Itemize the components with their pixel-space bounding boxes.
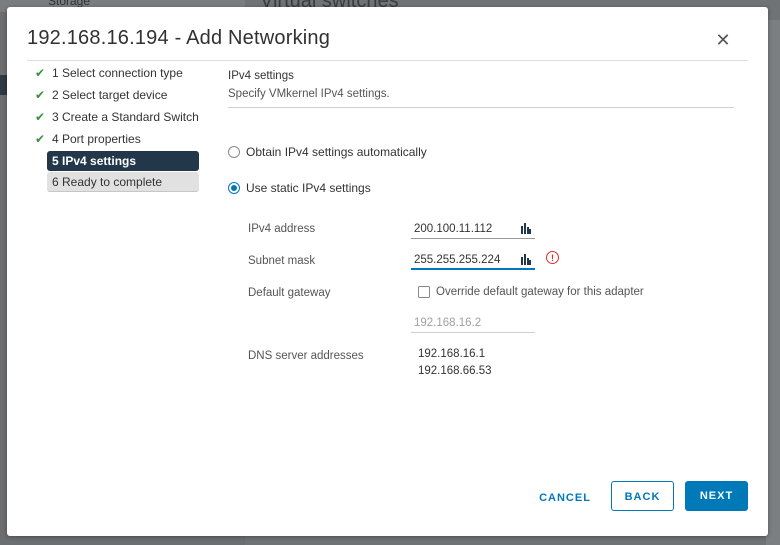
section-divider	[228, 107, 734, 108]
radio-button-off[interactable]	[228, 146, 240, 158]
title-divider	[27, 60, 748, 61]
default-gateway-label: Default gateway	[248, 287, 331, 299]
step-label: 1 Select connection type	[52, 66, 183, 80]
step-label: 2 Select target device	[52, 87, 168, 102]
step-6-pending[interactable]: 6 Ready to complete	[47, 172, 199, 193]
check-icon: ✔	[35, 66, 46, 80]
subnet-mask-label: Subnet mask	[248, 255, 316, 267]
section-subtitle: Specify VMkernel IPv4 settings.	[228, 88, 390, 100]
dns-server-1: 192.168.16.1	[418, 348, 486, 360]
dns-server-2: 192.168.66.53	[418, 365, 492, 377]
check-icon: ✔	[35, 131, 46, 146]
add-networking-dialog: 192.168.16.194 - Add Networking ✕ ✔ 1 Se…	[7, 7, 768, 536]
ipv4-address-value: 200.100.11.112	[414, 223, 493, 235]
step-label: 5 IPv4 settings	[52, 153, 137, 168]
step-5-active[interactable]: 5 IPv4 settings	[47, 150, 199, 171]
close-icon[interactable]: ✕	[714, 31, 732, 49]
dns-servers-label: DNS server addresses	[248, 350, 364, 362]
step-1[interactable]: ✔ 1 Select connection type	[29, 63, 215, 83]
next-button[interactable]: NEXT	[685, 481, 748, 511]
default-gateway-input: 192.168.16.2	[411, 313, 535, 333]
ipv4-address-label: IPv4 address	[248, 223, 316, 235]
step-3[interactable]: ✔ 3 Create a Standard Switch	[29, 107, 215, 127]
subnet-mask-value: 255.255.255.224	[414, 254, 501, 266]
check-icon: ✔	[35, 87, 46, 102]
step-label: 3 Create a Standard Switch	[52, 109, 199, 124]
subnet-mask-input[interactable]: 255.255.255.224	[411, 250, 535, 270]
override-gateway-label: Override default gateway for this adapte…	[436, 286, 644, 298]
radio-use-static[interactable]: Use static IPv4 settings	[228, 181, 371, 195]
background-right-edge	[766, 20, 780, 545]
error-icon: !	[546, 251, 559, 264]
ipv4-address-input[interactable]: 200.100.11.112	[411, 219, 535, 239]
input-helper-icon[interactable]	[521, 223, 531, 235]
step-4[interactable]: ✔ 4 Port properties	[29, 129, 215, 149]
input-helper-icon[interactable]	[521, 254, 531, 266]
step-label: 4 Port properties	[52, 131, 141, 146]
dialog-title: 192.168.16.194 - Add Networking	[27, 27, 331, 49]
check-icon: ✔	[35, 109, 46, 124]
back-button[interactable]: BACK	[611, 481, 674, 511]
radio-label-static: Use static IPv4 settings	[246, 181, 371, 195]
radio-obtain-auto[interactable]: Obtain IPv4 settings automatically	[228, 145, 427, 159]
cancel-button[interactable]: CANCEL	[533, 483, 597, 513]
step-2[interactable]: ✔ 2 Select target device	[29, 85, 215, 105]
default-gateway-value: 192.168.16.2	[414, 317, 482, 329]
wizard-steps: ✔ 1 Select connection type ✔ 2 Select ta…	[29, 63, 215, 194]
section-title: IPv4 settings	[228, 70, 294, 82]
radio-button-on[interactable]	[228, 182, 240, 194]
radio-label-auto: Obtain IPv4 settings automatically	[246, 145, 427, 159]
override-gateway-checkbox[interactable]	[418, 286, 430, 298]
step-label: 6 Ready to complete	[52, 175, 163, 190]
